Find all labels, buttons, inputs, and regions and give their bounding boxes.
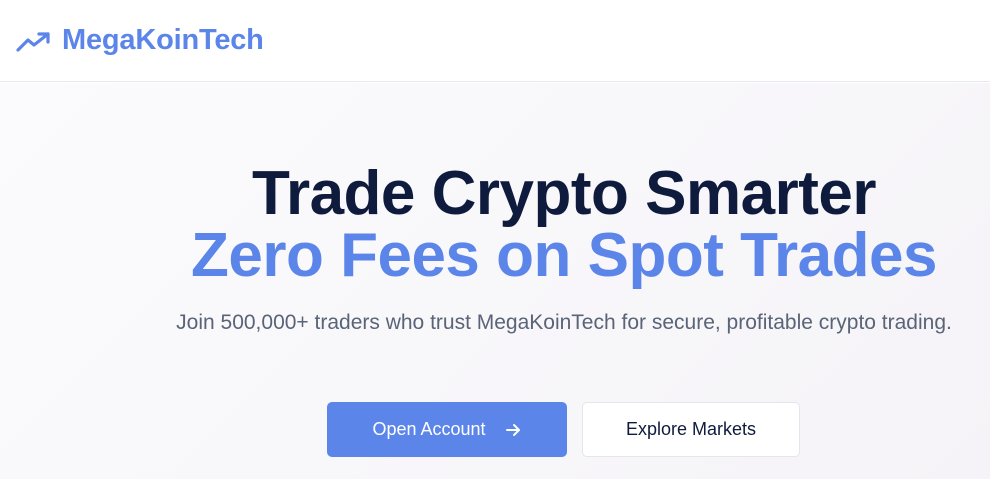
hero-subtitle: Join 500,000+ traders who trust MegaKoin… xyxy=(176,311,952,334)
explore-markets-label: Explore Markets xyxy=(625,419,757,439)
open-account-label: Open Account xyxy=(372,419,486,439)
brand-logo-link[interactable]: MegaKoinTech xyxy=(16,26,264,55)
page: MegaKoinTech Trade Crypto Smarter Zero F… xyxy=(0,0,990,479)
arrow-right-icon xyxy=(504,421,522,439)
explore-markets-button[interactable]: Explore Markets xyxy=(582,402,800,457)
trending-up-icon xyxy=(16,30,52,54)
open-account-button[interactable]: Open Account xyxy=(327,402,567,457)
hero-title: Trade Crypto Smarter xyxy=(252,159,877,228)
cta-buttons: Open Account Explore Markets xyxy=(327,402,800,457)
brand-name: MegaKoinTech xyxy=(62,24,264,56)
hero-highlight-title: Zero Fees on Spot Trades xyxy=(191,221,937,290)
hero-section: Trade Crypto Smarter Zero Fees on Spot T… xyxy=(0,83,990,479)
site-header: MegaKoinTech xyxy=(0,0,990,82)
